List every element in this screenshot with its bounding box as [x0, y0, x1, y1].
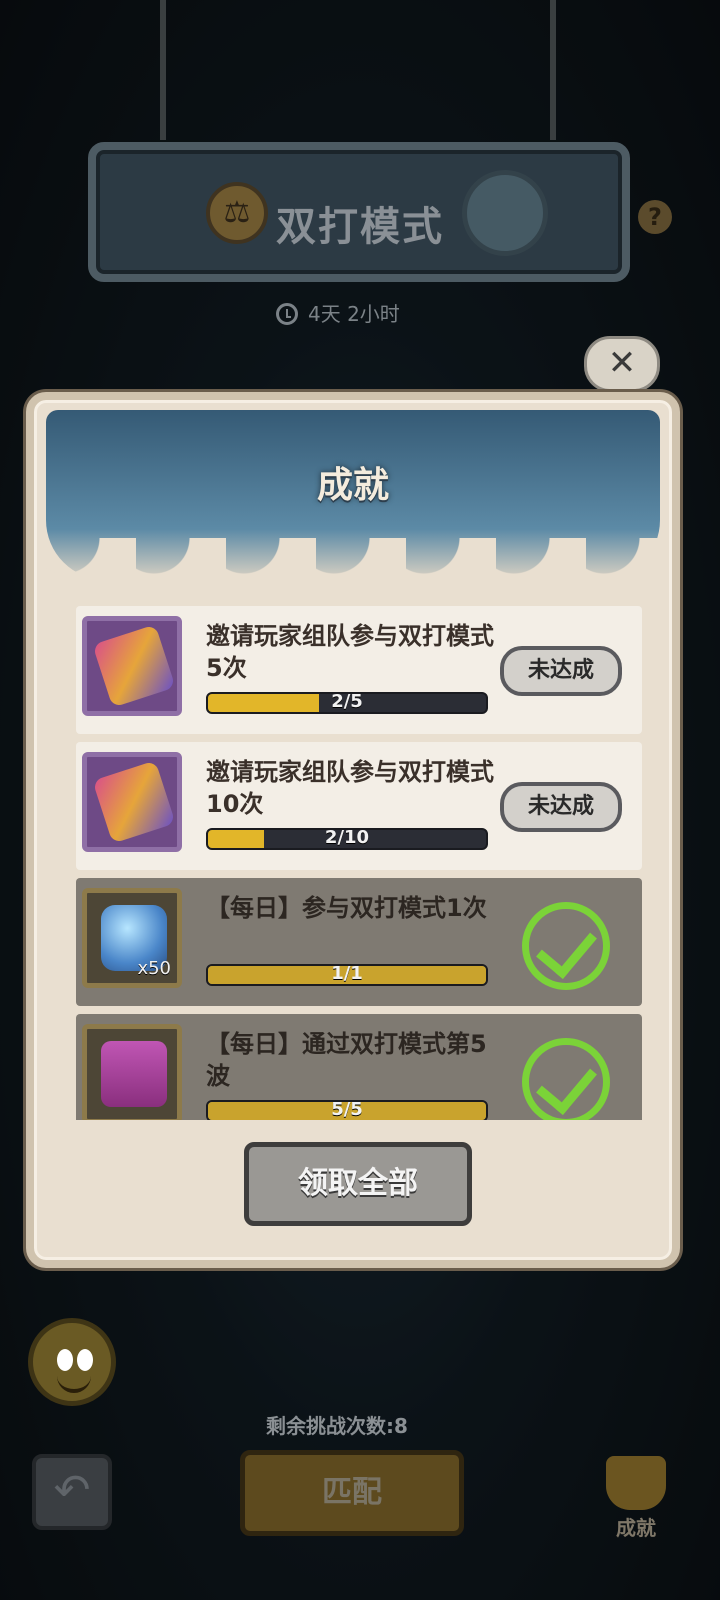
progress-label: 5/5 — [331, 1100, 363, 1120]
progress-bar: 2/5 — [206, 692, 488, 714]
incomplete-button[interactable]: 未达成 — [500, 646, 622, 696]
progress-bar: 1/1 — [206, 964, 488, 986]
achievement-item: 邀请玩家组队参与双打模式10次 2/10 未达成 — [76, 742, 642, 870]
mode-badge-icon — [462, 170, 548, 256]
emoji-mouth — [57, 1375, 91, 1393]
mode-sign: ⚖ 双打模式 — [88, 142, 630, 282]
scale-icon: ⚖ — [206, 182, 268, 244]
progress-label: 1/1 — [331, 964, 363, 984]
back-arrow-icon: ↶ — [53, 1465, 91, 1516]
emoji-eye — [57, 1349, 73, 1371]
progress-label: 2/5 — [331, 692, 363, 712]
help-icon[interactable]: ? — [638, 200, 672, 234]
close-icon: ✕ — [607, 343, 637, 383]
progress-bar: 2/10 — [206, 828, 488, 850]
achievement-text: 【每日】通过双打模式第5波 — [206, 1030, 487, 1090]
achievement-item-completed: x50 【每日】参与双打模式1次 1/1 — [76, 878, 642, 1006]
ticket-icon — [92, 760, 176, 844]
reward-slot: x50 — [82, 888, 182, 988]
achievement-text: 【每日】参与双打模式1次 — [206, 894, 487, 922]
progress-bar: 5/5 — [206, 1100, 488, 1120]
timer-text: 4天 2小时 — [308, 302, 400, 326]
emoji-button[interactable] — [28, 1318, 116, 1406]
emoji-eye — [77, 1349, 93, 1371]
clock-icon — [276, 303, 298, 325]
close-button[interactable]: ✕ — [584, 336, 660, 392]
event-timer: 4天 2小时 — [276, 298, 400, 327]
sign-rope — [160, 0, 166, 140]
trophy-icon[interactable] — [606, 1456, 666, 1510]
back-button[interactable]: ↶ — [32, 1454, 112, 1530]
panel-title: 成就 — [316, 465, 389, 506]
achievement-text: 邀请玩家组队参与双打模式5次 — [206, 622, 494, 682]
reward-slot — [82, 1024, 182, 1120]
checkmark-icon — [522, 902, 610, 990]
progress-label: 2/10 — [324, 828, 370, 848]
achievements-tab-label[interactable]: 成就 — [616, 1512, 656, 1541]
mode-title: 双打模式 — [276, 204, 444, 250]
incomplete-button[interactable]: 未达成 — [500, 782, 622, 832]
achievement-list[interactable]: 邀请玩家组队参与双打模式5次 2/5 未达成 邀请玩家组队参与双打模式10次 2… — [76, 606, 642, 1120]
claim-all-button[interactable]: 领取全部 — [244, 1142, 472, 1226]
match-button[interactable]: 匹配 — [240, 1450, 464, 1536]
checkmark-icon — [522, 1038, 610, 1120]
reward-slot — [82, 752, 182, 852]
achievement-item-completed: 【每日】通过双打模式第5波 5/5 — [76, 1014, 642, 1120]
reward-slot — [82, 616, 182, 716]
achievement-text: 邀请玩家组队参与双打模式10次 — [206, 758, 494, 818]
remaining-attempts: 剩余挑战次数:8 — [266, 1414, 408, 1438]
achievement-item: 邀请玩家组队参与双打模式5次 2/5 未达成 — [76, 606, 642, 734]
ticket-icon — [92, 624, 176, 708]
reward-quantity: x50 — [137, 958, 171, 979]
chest-icon — [101, 1041, 167, 1107]
achievements-panel: 成就 邀请玩家组队参与双打模式5次 2/5 未达成 邀请玩家组队参与双打模式10… — [26, 392, 680, 1268]
sign-rope — [550, 0, 556, 140]
